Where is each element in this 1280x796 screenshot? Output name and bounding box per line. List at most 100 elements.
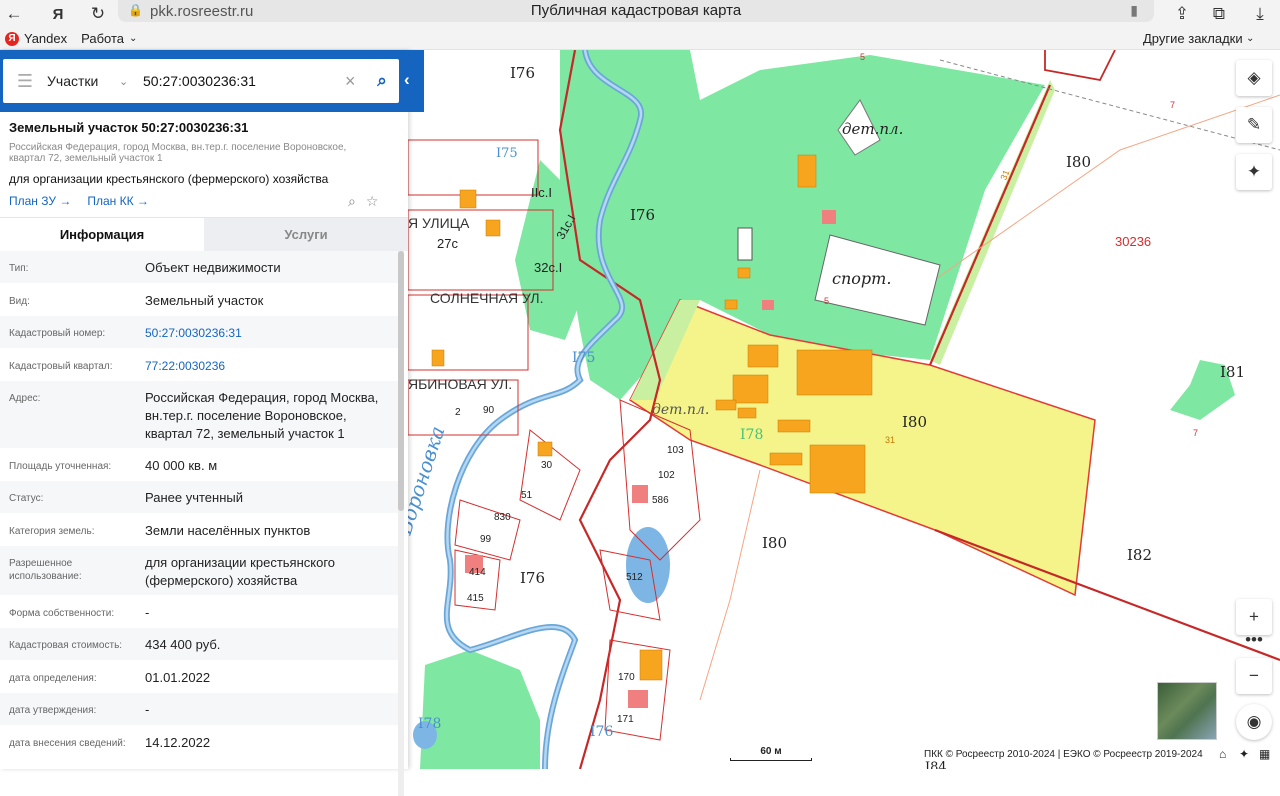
tab-info[interactable]: Информация — [0, 218, 204, 251]
map-label-plot: 51 — [521, 490, 533, 501]
tab-services[interactable]: Услуги — [204, 218, 408, 251]
search-icon[interactable]: ⌕ — [365, 71, 399, 91]
copyright: ПКК © Росреестр 2010-2024 | ЕЭКО © Росре… — [924, 749, 1203, 760]
chevron-down-icon[interactable]: ⌄ — [119, 75, 143, 88]
map-label-plot: 171 — [617, 714, 634, 725]
chevron-down-icon[interactable]: ⌄ — [1246, 33, 1254, 44]
settings-icon[interactable]: ✦ — [1239, 747, 1249, 761]
info-row: Адрес: Российская Федерация, город Москва… — [0, 381, 398, 449]
quarter-boundary — [1044, 50, 1116, 82]
map-label-street: СОЛНЕЧНАЯ УЛ. — [430, 290, 544, 306]
star-icon[interactable]: ☆ — [366, 193, 379, 210]
ruler-icon: ✎ — [1246, 115, 1262, 134]
grid-icon[interactable]: ▦ — [1259, 747, 1270, 761]
clear-icon[interactable]: × — [345, 71, 365, 92]
bookmark-yandex[interactable]: Yandex — [24, 31, 67, 46]
forest-area — [420, 650, 540, 769]
map-label-height: I76 — [630, 206, 656, 224]
search-header: ☰ Участки ⌄ 50:27:0030236:31 × ⌕ ‹ — [0, 50, 424, 112]
bookmark-work[interactable]: Работа — [81, 31, 124, 46]
locate-button[interactable]: ✦ — [1236, 154, 1272, 190]
object-title: Земельный участок 50:27:0030236:31 — [9, 120, 249, 135]
map-label-height: I81 — [1220, 363, 1246, 381]
search-on-map-icon[interactable]: ⌕ — [348, 193, 356, 210]
map-label-street: ЯБИНОВАЯ УЛ. — [408, 376, 513, 392]
download-icon[interactable]: ⤓ — [1246, 0, 1274, 28]
home-icon[interactable]: ⌂ — [1219, 747, 1226, 761]
map-label-parcel: 5 — [860, 52, 866, 62]
map-label-plot: IIс.I — [531, 185, 552, 200]
map-label-height: I78 — [418, 716, 442, 732]
map-label-parcel: 5 — [824, 296, 830, 306]
browser-toolbar: ← Я ↻ 🔒 pkk.rosreestr.ru Публичная кадас… — [0, 0, 1280, 28]
share-icon[interactable]: ⇪ — [1168, 0, 1196, 28]
address-bar[interactable]: 🔒 pkk.rosreestr.ru Публичная кадастровая… — [118, 0, 1154, 22]
more-icon: ••• — [1245, 630, 1263, 649]
map-label-plot: 414 — [469, 567, 486, 578]
bookmark-icon[interactable]: ▮ — [1130, 2, 1138, 19]
reload-icon[interactable]: ↻ — [84, 0, 112, 28]
info-row: Статус: Ранее учтенный — [0, 481, 398, 514]
map-label-plot: 512 — [626, 572, 643, 583]
cadastral-number-link[interactable]: 50:27:0030236:31 — [145, 316, 398, 348]
info-row: Разрешенное использование: для организаци… — [0, 546, 398, 596]
info-row: дата утверждения: - — [0, 693, 398, 726]
map-label-height: I82 — [1127, 546, 1153, 564]
info-row: Вид: Земельный участок — [0, 284, 398, 316]
collapse-panel-icon[interactable]: ‹ — [404, 70, 410, 90]
plan-kk-link[interactable]: План КК → — [87, 194, 149, 208]
map-label-plot: 27с — [437, 236, 458, 251]
object-address: Российская Федерация, город Москва, вн.т… — [9, 142, 347, 164]
map-label-height: I80 — [1066, 153, 1092, 171]
panel-scrollbar[interactable] — [398, 251, 404, 796]
map-label-height: I76 — [590, 724, 614, 740]
compass-button[interactable]: ◉ — [1236, 704, 1272, 740]
map-label-parcel: 7 — [1193, 428, 1199, 438]
zoom-in-icon: + — [1249, 607, 1259, 626]
layers-icon: ◈ — [1247, 68, 1261, 87]
map-label-plot: 102 — [658, 470, 675, 481]
back-icon[interactable]: ← — [0, 0, 28, 28]
info-row: Кадастровый номер: 50:27:0030236:31 — [0, 316, 398, 349]
map-label-height: I76 — [520, 569, 546, 587]
map-label-plot: 99 — [480, 534, 492, 545]
zoom-out-icon: − — [1249, 666, 1259, 685]
building-outline — [737, 227, 753, 261]
search-input[interactable]: 50:27:0030236:31 — [143, 73, 345, 89]
cadastral-quarter-link[interactable]: 77:22:0030236 — [145, 349, 398, 380]
map-label-height: I80 — [762, 534, 788, 552]
object-use: для организации крестьянского (фермерско… — [9, 172, 329, 186]
minimap[interactable] — [1157, 682, 1217, 740]
zoom-out-button[interactable]: − — [1236, 658, 1272, 694]
contour-line — [699, 469, 761, 701]
yandex-logo-icon: Я — [5, 31, 19, 46]
menu-icon[interactable]: ☰ — [3, 71, 47, 92]
page-title: Публичная кадастровая карта — [530, 2, 742, 19]
map-label-height: I80 — [902, 413, 928, 431]
info-table: Тип: Объект недвижимости Вид: Земельный уч… — [0, 251, 398, 758]
other-bookmarks[interactable]: Другие закладки — [1143, 31, 1243, 46]
more-button[interactable]: ••• — [1236, 630, 1272, 650]
map-label-plot: 586 — [652, 495, 669, 506]
yandex-icon[interactable]: Я — [44, 0, 72, 28]
scale-bar: 60 м — [730, 746, 812, 761]
scroll-thumb[interactable] — [398, 251, 404, 511]
map-label-height: I75 — [496, 146, 518, 161]
scale-label: 60 м — [760, 746, 782, 757]
compass-icon: ◉ — [1246, 712, 1262, 731]
plan-zu-link[interactable]: План ЗУ → — [9, 194, 71, 208]
map-label-plot: 2 — [455, 407, 461, 418]
map-label-sport: спорт. — [832, 269, 892, 288]
info-row: Тип: Объект недвижимости — [0, 251, 398, 284]
info-row: Кадастровая стоимость: 434 400 руб. — [0, 628, 398, 661]
chevron-down-icon[interactable]: ⌄ — [129, 33, 137, 44]
ruler-button[interactable]: ✎ — [1236, 107, 1272, 143]
map-label-plot: 32с.I — [534, 260, 563, 275]
object-header: Земельный участок 50:27:0030236:31 Росси… — [9, 120, 399, 186]
info-row: Категория земель: Земли населённых пункто… — [0, 514, 398, 546]
layers-button[interactable]: ◈ — [1236, 60, 1272, 96]
search-type-select[interactable]: Участки — [47, 73, 119, 89]
map-label-plot: 30 — [541, 460, 553, 471]
tab-bar: Информация Услуги — [0, 217, 408, 251]
tabs-icon[interactable]: ⧉ — [1205, 0, 1233, 28]
